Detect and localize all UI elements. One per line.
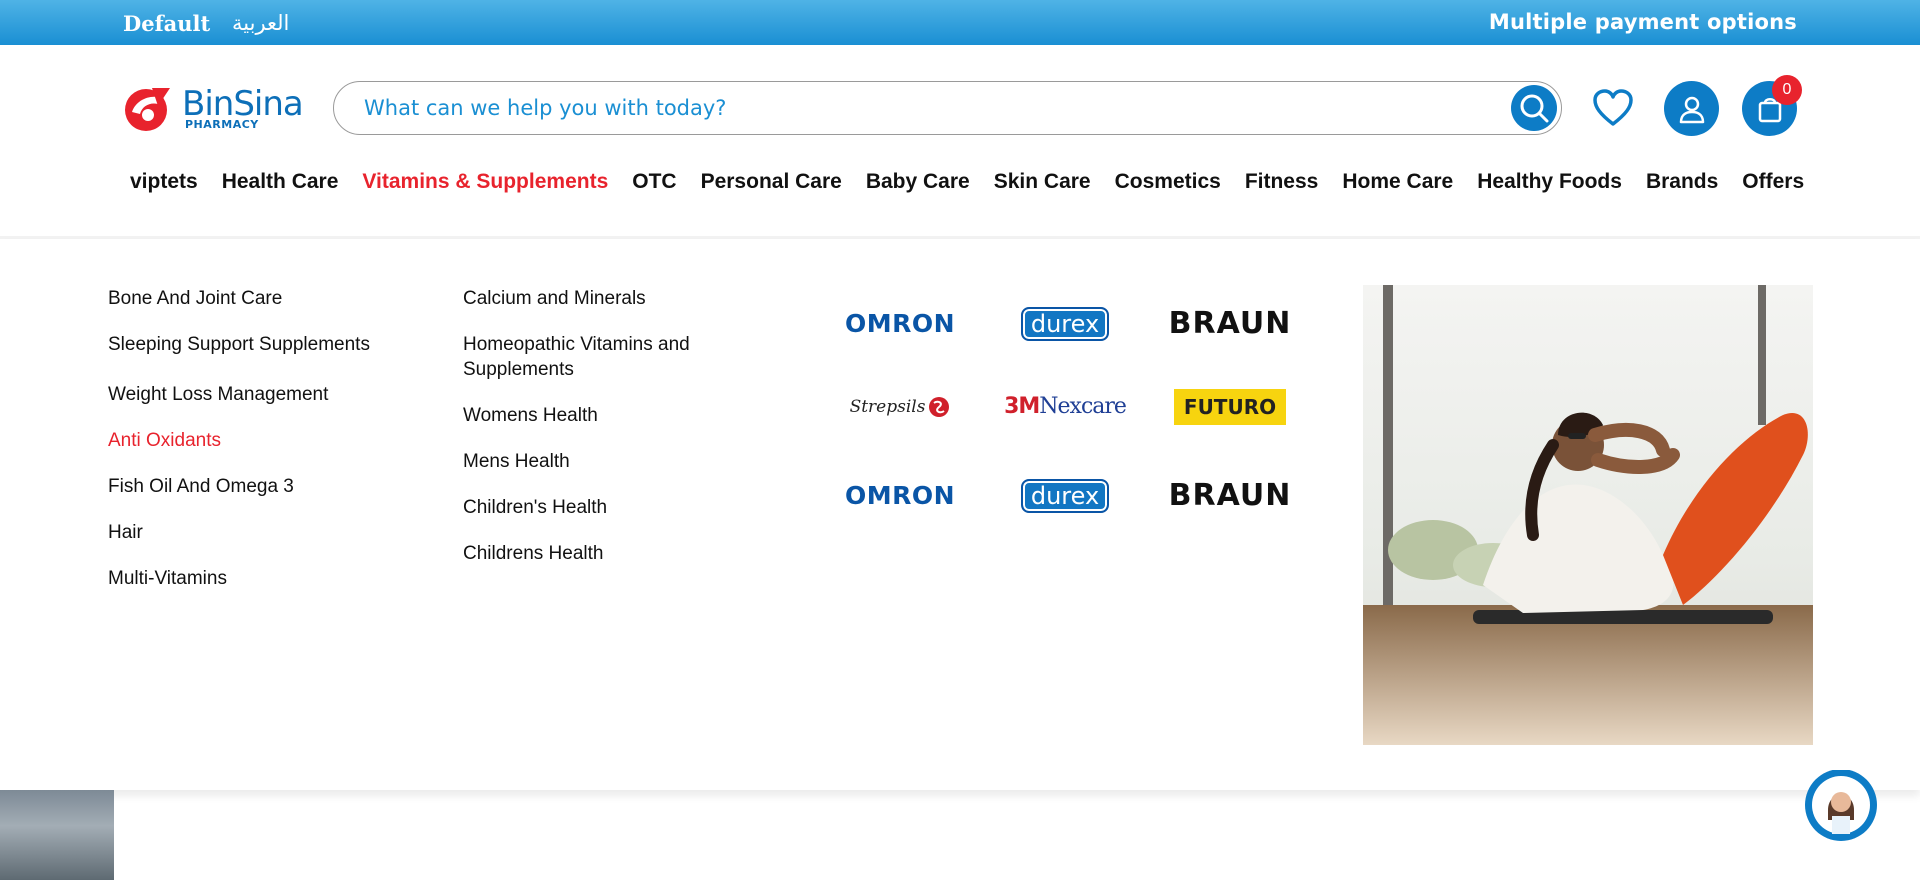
- nav-item-cosmetics[interactable]: Cosmetics: [1115, 170, 1221, 200]
- mega-menu-column-1: Bone And Joint Care Sleeping Support Sup…: [108, 286, 438, 612]
- nav-item-health-care[interactable]: Health Care: [222, 170, 339, 200]
- menu-item-mens-health[interactable]: Mens Health: [463, 449, 763, 474]
- content-thumbnail[interactable]: [0, 790, 114, 880]
- durex-logo: durex: [1020, 306, 1110, 341]
- brand-braun[interactable]: BRAUN: [1168, 301, 1292, 346]
- wishlist-button[interactable]: [1592, 88, 1634, 130]
- menu-item-multi-vitamins[interactable]: Multi-Vitamins: [108, 566, 438, 591]
- menu-item-childrens-health[interactable]: Children's Health: [463, 495, 763, 520]
- menu-item-childrens-health-2[interactable]: Childrens Health: [463, 541, 763, 566]
- omron-logo: OMRON: [844, 309, 956, 338]
- logo-icon: [125, 88, 170, 131]
- brand-3m-nexcare[interactable]: 3MNexcare: [1004, 384, 1127, 429]
- menu-item-womens-health[interactable]: Womens Health: [463, 403, 763, 428]
- search-bar: [333, 81, 1562, 135]
- braun-logo: BRAUN: [1168, 306, 1292, 341]
- nav-item-healthy-foods[interactable]: Healthy Foods: [1477, 170, 1622, 200]
- menu-item-weight-loss[interactable]: Weight Loss Management: [108, 382, 438, 407]
- nav-item-viptets[interactable]: viptets: [130, 170, 198, 200]
- nav-item-personal-care[interactable]: Personal Care: [701, 170, 842, 200]
- brand-omron[interactable]: OMRON: [840, 301, 960, 346]
- promo-text: Multiple payment options: [1488, 10, 1797, 34]
- nexcare-logo: Nexcare: [1039, 394, 1127, 419]
- chat-widget-button[interactable]: [1798, 769, 1884, 846]
- braun-logo-2: BRAUN: [1168, 478, 1292, 513]
- mega-menu: Bone And Joint Care Sleeping Support Sup…: [0, 239, 1920, 790]
- nav-item-home-care[interactable]: Home Care: [1342, 170, 1453, 200]
- mega-menu-column-2: Calcium and Minerals Homeopathic Vitamin…: [463, 286, 763, 587]
- account-button[interactable]: [1664, 81, 1719, 136]
- nav-item-fitness[interactable]: Fitness: [1245, 170, 1319, 200]
- promo-banner-image[interactable]: [1363, 285, 1813, 745]
- menu-item-homeopathic[interactable]: Homeopathic Vitamins and Supplements: [463, 332, 763, 382]
- brand-futuro[interactable]: FUTURO: [1170, 384, 1290, 429]
- futuro-logo: FUTURO: [1173, 388, 1287, 425]
- main-nav: viptets Health Care Vitamins & Supplemen…: [130, 170, 1828, 200]
- nav-item-offers[interactable]: Offers: [1742, 170, 1804, 200]
- brand-braun-2[interactable]: BRAUN: [1168, 473, 1292, 518]
- search-button[interactable]: [1511, 85, 1557, 131]
- language-arabic-link[interactable]: العربية: [232, 11, 289, 35]
- menu-item-bone-joint-care[interactable]: Bone And Joint Care: [108, 286, 438, 311]
- nav-item-vitamins-supplements[interactable]: Vitamins & Supplements: [362, 170, 608, 200]
- search-icon: [1520, 94, 1549, 123]
- strepsils-swirl-icon: [929, 396, 950, 417]
- heart-icon: [1593, 89, 1633, 126]
- omron-logo-2: OMRON: [844, 481, 956, 510]
- 3m-logo: 3M: [1004, 394, 1040, 419]
- nav-item-brands[interactable]: Brands: [1646, 170, 1718, 200]
- logo-subtitle: PHARMACY: [185, 118, 259, 131]
- menu-item-calcium-minerals[interactable]: Calcium and Minerals: [463, 286, 763, 311]
- brand-durex-2[interactable]: durex: [1005, 473, 1125, 518]
- brand-omron-2[interactable]: OMRON: [840, 473, 960, 518]
- strepsils-logo: Strepsils: [849, 396, 926, 417]
- brand-strepsils[interactable]: Strepsils: [840, 384, 960, 429]
- user-icon: [1679, 96, 1704, 123]
- menu-item-sleeping-support[interactable]: Sleeping Support Supplements: [108, 332, 438, 357]
- language-default-link[interactable]: Default: [123, 11, 210, 36]
- fitness-woman-image: [1363, 285, 1813, 745]
- search-input[interactable]: [364, 92, 1464, 124]
- durex-logo-2: durex: [1020, 478, 1110, 513]
- menu-item-fish-oil-omega3[interactable]: Fish Oil And Omega 3: [108, 474, 438, 499]
- nav-item-skin-care[interactable]: Skin Care: [994, 170, 1091, 200]
- nav-item-otc[interactable]: OTC: [632, 170, 676, 200]
- nav-item-baby-care[interactable]: Baby Care: [866, 170, 970, 200]
- cart-count-badge: 0: [1772, 75, 1802, 105]
- chat-avatar-icon: [1805, 769, 1877, 841]
- brand-durex[interactable]: durex: [1005, 301, 1125, 346]
- menu-item-hair[interactable]: Hair: [108, 520, 438, 545]
- top-bar: Default العربية Multiple payment options: [0, 0, 1920, 45]
- menu-item-anti-oxidants[interactable]: Anti Oxidants: [108, 428, 438, 453]
- logo[interactable]: BinSina PHARMACY: [122, 84, 307, 132]
